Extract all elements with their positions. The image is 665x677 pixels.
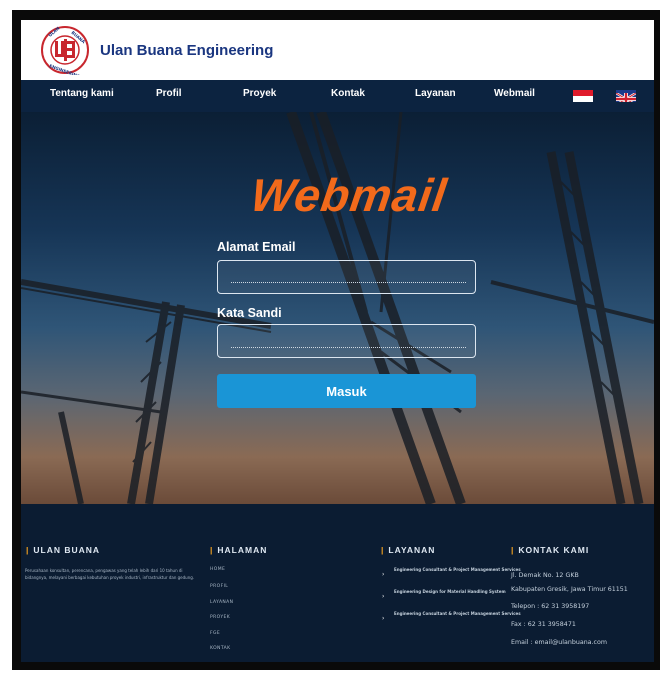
footer-contact-title: KONTAK KAMI [518,545,590,555]
footer-contact-heading: | KONTAK KAMI [511,545,589,555]
heading-accent: | [511,545,515,555]
password-input-dots [231,347,466,348]
heading-accent: | [210,545,214,555]
password-input[interactable] [217,324,476,358]
nav-item-proyek[interactable]: Proyek [243,88,276,99]
indonesia-flag-icon[interactable] [573,90,593,102]
main-nav: Tentang kami Profil Proyek Kontak Layana… [21,80,654,112]
contact-city: Kabupaten Gresik, Jawa Timur 61151 [511,586,628,593]
chevron-right-icon: › [382,593,385,600]
footer-pages-title: HALAMAN [217,545,268,555]
heading-accent: | [381,545,385,555]
footer-services-heading: | LAYANAN [381,545,435,555]
email-input-dots [231,282,466,283]
ube-logo-icon[interactable]: ULAN BUANA ENGINEERING [40,25,90,79]
site-footer: | ULAN BUANA Perusahaan konsultan, perenc… [21,504,654,662]
nav-item-layanan[interactable]: Layanan [415,88,456,99]
footer-about-heading: | ULAN BUANA [26,545,100,555]
footer-link-home[interactable]: HOME [210,567,225,572]
contact-address: Jl. Demak No. 12 GKB [511,572,579,579]
chevron-right-icon: › [382,615,385,622]
footer-link-kontak[interactable]: KONTAK [210,646,230,651]
nav-item-webmail[interactable]: Webmail [494,88,535,99]
contact-phone: Telepon : 62 31 3958197 [511,603,590,610]
password-label: Kata Sandi [217,306,282,320]
contact-email[interactable]: Email : email@ulanbuana.com [511,639,607,646]
footer-link-proyek[interactable]: PROYEK [210,615,230,620]
footer-link-layanan[interactable]: LAYANAN [210,600,233,605]
footer-service-item[interactable]: Engineering Consultant & Project Managem… [394,611,532,617]
login-button[interactable]: Masuk [217,374,476,408]
footer-link-profil[interactable]: PROFIL [210,584,228,589]
footer-services-title: LAYANAN [388,545,436,555]
webmail-title: Webmail [247,169,451,221]
contact-fax: Fax : 62 31 3958471 [511,621,576,628]
nav-item-tentang-kami[interactable]: Tentang kami [50,88,114,99]
email-input[interactable] [217,260,476,294]
footer-about-title: ULAN BUANA [33,545,101,555]
footer-pages-heading: | HALAMAN [210,545,267,555]
brand-name[interactable]: Ulan Buana Engineering [100,42,273,59]
heading-accent: | [26,545,30,555]
email-label: Alamat Email [217,240,296,254]
webmail-hero: Webmail Alamat Email Kata Sandi Masuk [21,112,654,504]
site-header: ULAN BUANA ENGINEERING Ulan Buana Engine… [21,20,654,80]
footer-link-fge[interactable]: FGE [210,631,220,636]
chevron-right-icon: › [382,571,385,578]
nav-item-profil[interactable]: Profil [156,88,182,99]
footer-about-text: Perusahaan konsultan, perencana, pengawa… [25,568,195,580]
uk-flag-icon[interactable] [616,90,636,102]
nav-item-kontak[interactable]: Kontak [331,88,365,99]
